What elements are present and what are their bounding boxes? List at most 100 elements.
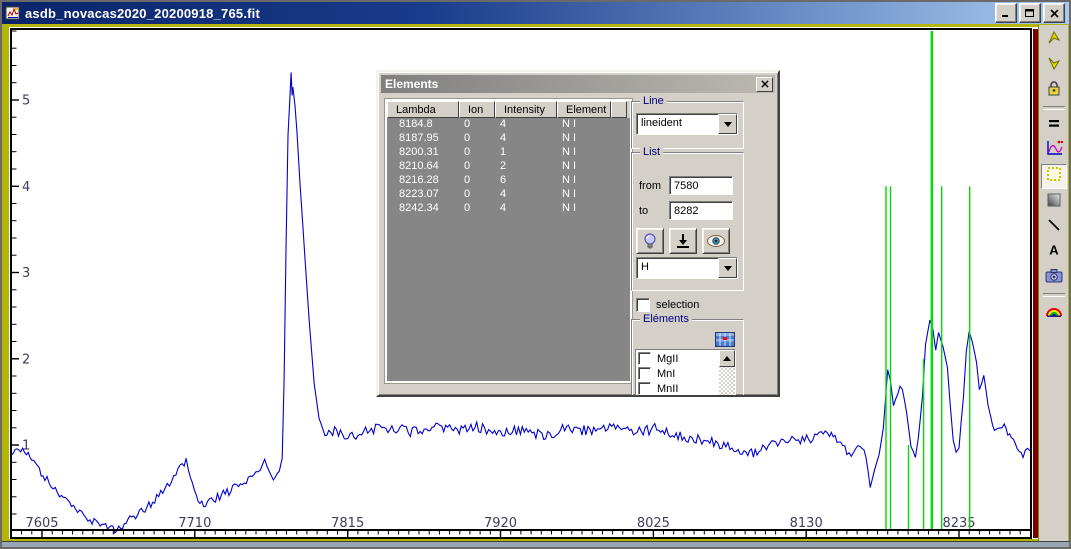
palette-icon [1045,302,1063,323]
dropdown-button[interactable] [718,258,737,278]
svg-text:7815: 7815 [331,516,364,531]
cell-element: N I [557,132,611,146]
cell-ion: 0 [459,146,495,160]
chevron-down-icon [724,266,732,271]
eye-icon [706,234,726,248]
to-label: to [639,205,648,217]
column-header-ion[interactable]: Ion [459,101,495,118]
window-bottom-border [2,541,1069,549]
element-item-mni[interactable]: MnI [638,366,718,381]
close-button[interactable] [1043,3,1065,23]
element-item-mnii[interactable]: MnII [638,381,718,396]
table-row[interactable]: 8184.804N I [387,118,630,132]
selection-checkbox[interactable] [636,298,650,312]
svg-text:2: 2 [22,352,30,367]
curve-plot-button[interactable] [1042,139,1066,162]
window-titlebar[interactable]: asdb_novacas2020_20200918_765.fit [2,2,1069,24]
gradient-button[interactable] [1042,191,1066,214]
eye-button[interactable] [702,228,730,254]
cell-element: N I [557,202,611,216]
table-row[interactable]: 8200.3101N I [387,146,630,160]
from-input[interactable] [669,176,733,195]
selection-label: selection [656,299,699,311]
svg-text:5: 5 [22,94,30,109]
table-row[interactable]: 8223.0704N I [387,188,630,202]
insert-button[interactable] [669,228,697,254]
line-type-value: lineident [637,114,718,134]
cell-element: N I [557,188,611,202]
selection-checkbox-row[interactable]: selection [636,298,699,312]
spectrum-document-icon [5,5,21,21]
element-dropdown-value: H [637,258,718,278]
cell-element: N I [557,146,611,160]
close-icon [761,80,769,88]
maximize-button[interactable] [1019,3,1041,23]
arrow-down-button[interactable] [1042,54,1066,77]
element-dropdown[interactable]: H [636,257,738,279]
cell-ion: 0 [459,132,495,146]
cell-intensity: 4 [495,188,557,202]
svg-text:A: A [1049,243,1059,258]
selection-marquee-button[interactable] [1041,164,1067,189]
element-checkbox[interactable] [638,352,651,365]
column-header-spacer[interactable] [611,101,627,118]
side-toolbar: A [1038,25,1068,541]
element-checkbox[interactable] [638,382,651,395]
element-label: MgII [657,353,678,365]
line-draw-button[interactable] [1042,216,1066,239]
svg-text:8025: 8025 [637,516,670,531]
elements-dialog-title: Elements [381,77,438,91]
snapshot-button[interactable] [1042,266,1066,289]
periodic-table-button[interactable] [714,331,735,348]
cell-element: N I [557,174,611,188]
cell-lambda: 8216.28 [387,174,459,188]
arrow-down-icon [1045,54,1063,77]
table-row[interactable]: 8216.2806N I [387,174,630,188]
cell-ion: 0 [459,202,495,216]
column-header-element[interactable]: Element [557,101,611,118]
text-tool-button[interactable]: A [1042,241,1066,264]
svg-text:8235: 8235 [942,516,975,531]
cell-ion: 0 [459,174,495,188]
line-draw-icon [1046,217,1062,238]
table-row[interactable]: 8187.9504N I [387,132,630,146]
list-group-label: List [640,146,663,158]
cell-lambda: 8242.34 [387,202,459,216]
text-tool-icon: A [1046,242,1062,263]
equals-button[interactable] [1042,114,1066,137]
from-label: from [639,180,661,192]
dialog-close-button[interactable] [756,77,773,92]
chevron-up-icon [723,356,731,361]
column-header-intensity[interactable]: Intensity [495,101,557,118]
dropdown-button[interactable] [718,114,737,134]
minimize-button[interactable] [995,3,1017,23]
app-window: { "window": { "title": "asdb_novacas2020… [0,0,1071,549]
maximize-icon [1025,9,1035,18]
cell-ion: 0 [459,188,495,202]
elements-list-scrollbar[interactable] [719,350,735,396]
svg-text:8130: 8130 [790,516,823,531]
cell-intensity: 6 [495,174,557,188]
lock-button[interactable] [1042,79,1066,102]
arrow-up-button[interactable] [1042,29,1066,52]
line-type-dropdown[interactable]: lineident [636,113,738,135]
table-row[interactable]: 8210.6402N I [387,160,630,174]
window-title: asdb_novacas2020_20200918_765.fit [25,6,260,21]
bulb-button[interactable] [636,228,664,254]
elements-dialog-titlebar[interactable]: Elements [381,75,775,93]
minimize-icon [1001,9,1011,18]
lines-table[interactable]: LambdaIonIntensityElement8184.804N I8187… [385,99,632,383]
element-checkbox[interactable] [638,367,651,380]
palette-button[interactable] [1042,301,1066,324]
cell-intensity: 4 [495,118,557,132]
to-input[interactable] [669,201,733,220]
element-item-mgii[interactable]: MgII [638,351,718,366]
periodic-table-icon [715,332,735,347]
table-row[interactable]: 8242.3404N I [387,202,630,216]
scroll-up-button[interactable] [719,350,735,367]
line-group-label: Line [640,95,667,107]
cell-lambda: 8200.31 [387,146,459,160]
elements-list: MgIIMnIMnII [635,349,736,397]
down-arrow-icon [675,232,691,250]
column-header-lambda[interactable]: Lambda [387,101,459,118]
